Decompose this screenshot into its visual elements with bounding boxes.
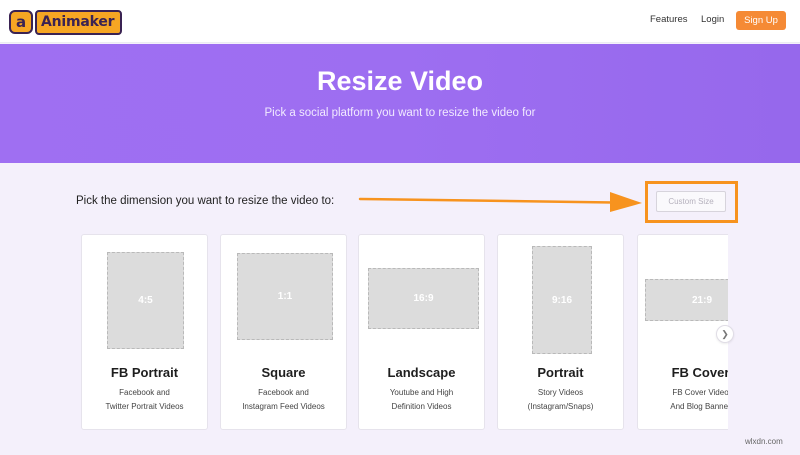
page-title: Resize Video [316,66,484,96]
pointer-arrow-icon [358,192,642,212]
custom-size-button[interactable]: Custom Size [656,191,726,212]
nav-login-link[interactable]: Login [701,14,724,25]
nav-features-link[interactable]: Features [650,14,688,25]
card-fb-portrait[interactable]: 4:5 FB Portrait Facebook and Twitter Por… [81,234,208,430]
chevron-right-icon: ❯ [721,328,729,339]
card-square[interactable]: 1:1 Square Facebook and Instagram Feed V… [220,234,347,430]
card-title: Portrait [537,365,584,380]
card-description: Youtube and High Definition Videos [359,386,484,414]
logo-wordmark: Animaker [35,9,123,35]
carousel-next-button[interactable]: ❯ [716,325,734,343]
card-desc-line: FB Cover Video [672,388,728,397]
card-desc-line: Twitter Portrait Videos [105,402,184,411]
watermark: wlxdn.com [745,437,783,446]
card-desc-line: Story Videos [537,388,584,397]
ratio-preview: 16:9 [368,268,479,329]
dimension-carousel: 4:5 FB Portrait Facebook and Twitter Por… [81,234,728,432]
sign-up-button[interactable]: Sign Up [736,11,786,30]
ratio-preview: 9:16 [532,246,592,354]
hero-banner: Resize Video Pick a social platform you … [0,44,800,163]
animaker-logo[interactable]: a Animaker [9,9,123,35]
card-desc-line: Youtube and High [389,388,454,397]
ratio-preview: 4:5 [107,252,184,349]
card-landscape[interactable]: 16:9 Landscape Youtube and High Definiti… [358,234,485,430]
ratio-preview: 21:9 [645,279,728,321]
card-desc-line: (Instagram/Snaps) [527,402,594,411]
page-subtitle: Pick a social platform you want to resiz… [264,107,536,119]
card-desc-line: Facebook and [119,388,170,397]
card-title: Landscape [387,365,456,380]
ratio-preview: 1:1 [237,253,333,340]
card-fb-cover[interactable]: 21:9 FB Cover FB Cover Video And Blog Ba… [637,234,728,430]
card-desc-line: Definition Videos [391,402,452,411]
card-title: FB Cover [671,365,728,380]
card-desc-line: And Blog Banner [670,402,728,411]
card-description: Facebook and Twitter Portrait Videos [82,386,207,414]
card-description: FB Cover Video And Blog Banner [638,386,728,414]
logo-icon: a [9,10,33,34]
card-description: Story Videos (Instagram/Snaps) [498,386,623,414]
card-portrait[interactable]: 9:16 Portrait Story Videos (Instagram/Sn… [497,234,624,430]
card-title: Square [261,365,306,380]
pick-dimension-label: Pick the dimension you want to resize th… [76,195,335,207]
card-desc-line: Facebook and [258,388,309,397]
card-title: FB Portrait [110,365,179,380]
top-navbar: a Animaker Features Login Sign Up [0,0,800,43]
card-description: Facebook and Instagram Feed Videos [221,386,346,414]
card-desc-line: Instagram Feed Videos [242,402,325,411]
